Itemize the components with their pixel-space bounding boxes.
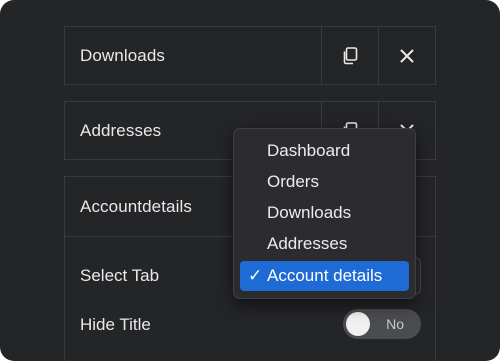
select-tab-menu: Dashboard Orders Downloads Addresses ✓ A… <box>233 128 416 299</box>
menu-item-label: Dashboard <box>267 141 351 160</box>
toggle-state-text: No <box>386 316 404 332</box>
hide-title-label: Hide Title <box>80 315 151 334</box>
hide-title-toggle[interactable]: No <box>343 309 421 339</box>
checkmark-icon: ✓ <box>248 266 263 285</box>
copy-icon <box>342 46 358 65</box>
toggle-knob <box>346 312 370 336</box>
menu-item-label: Addresses <box>267 234 348 253</box>
menu-item-label: Account details <box>267 266 383 285</box>
remove-button[interactable] <box>378 27 435 84</box>
settings-panel: Downloads Addresses Accountdetails Selec… <box>0 0 500 361</box>
duplicate-button[interactable] <box>321 27 378 84</box>
menu-item-label: Orders <box>267 172 319 191</box>
menu-item-account-details[interactable]: ✓ Account details <box>240 261 409 291</box>
menu-item-downloads[interactable]: Downloads <box>240 198 409 228</box>
menu-item-label: Downloads <box>267 203 352 222</box>
menu-item-addresses[interactable]: Addresses <box>240 229 409 259</box>
tab-row-label: Addresses <box>80 120 162 140</box>
tab-row-downloads[interactable]: Downloads <box>64 26 436 85</box>
close-icon <box>400 49 414 63</box>
menu-item-dashboard[interactable]: Dashboard <box>240 136 409 166</box>
menu-item-orders[interactable]: Orders <box>240 167 409 197</box>
tab-row-label: Accountdetails <box>80 197 192 216</box>
select-tab-label: Select Tab <box>80 266 160 285</box>
tab-row-label: Downloads <box>80 45 166 65</box>
